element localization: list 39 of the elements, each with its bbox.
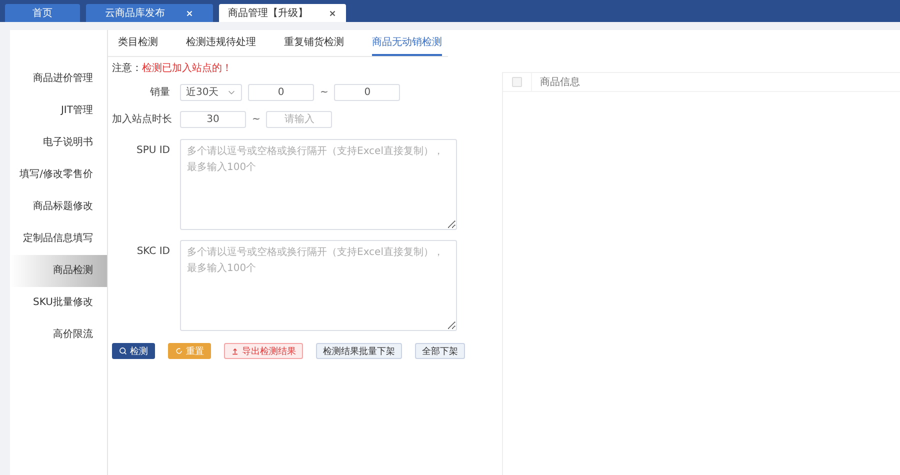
action-button[interactable]: 检测 — [112, 343, 155, 359]
upload-icon — [231, 347, 239, 355]
search-icon — [119, 347, 127, 355]
field-label: 加入站点时长 — [112, 112, 173, 126]
text-area[interactable]: 多个请以逗号或空格或换行隔开（支持Excel直接复制），最多输入100个 — [180, 139, 457, 230]
sidebar-item[interactable]: 商品进价管理 — [10, 63, 107, 95]
tilde-separator: ~ — [252, 114, 260, 124]
action-button[interactable]: 导出检测结果 — [224, 343, 303, 359]
field-label: SPU ID — [135, 144, 171, 156]
input-field[interactable]: 0 — [248, 84, 314, 100]
input-field[interactable]: 30 — [180, 110, 246, 128]
tilde-separator: ~ — [320, 86, 328, 98]
tab[interactable]: 类目检测 — [118, 34, 158, 56]
checkbox[interactable] — [512, 77, 522, 87]
sidebar-item[interactable]: 填写/修改零售价 — [10, 159, 107, 191]
period-dropdown[interactable]: 近30天 — [180, 84, 242, 100]
notice-text: 检测已加入站点的！ — [142, 63, 232, 74]
sidebar-item[interactable]: 电子说明书 — [10, 127, 107, 159]
tab[interactable]: 检测违规待处理 — [186, 34, 256, 56]
sidebar-item[interactable]: 高价限流 — [10, 319, 107, 351]
column-header: 商品信息 — [539, 76, 580, 89]
field-label: SKC ID — [136, 245, 171, 257]
tab[interactable]: 商品无动销检测 — [372, 34, 442, 56]
refresh-icon — [175, 347, 183, 355]
tab[interactable]: 重复铺货检测 — [284, 34, 344, 56]
input-field[interactable]: 请输入 — [266, 110, 332, 128]
sidebar-item[interactable]: 定制品信息填写 — [10, 223, 107, 255]
action-button[interactable]: 全部下架 — [415, 343, 465, 359]
sidebar-item[interactable]: 商品标题修改 — [10, 191, 107, 223]
tab[interactable]: 云商品库发布 — [86, 4, 213, 22]
tab[interactable]: 商品管理【升级】 — [219, 4, 346, 22]
sidebar-item[interactable]: JIT管理 — [10, 95, 107, 127]
notice-label: 注意： — [112, 63, 142, 74]
text-area[interactable]: 多个请以逗号或空格或换行隔开（支持Excel直接复制），最多输入100个 — [180, 240, 457, 331]
field-label: 销量 — [149, 86, 171, 99]
input-field[interactable]: 0 — [334, 84, 400, 100]
action-button[interactable]: 检测结果批量下架 — [316, 343, 402, 359]
tab[interactable]: 首页 — [5, 4, 80, 22]
sidebar-item[interactable]: SKU批量修改 — [10, 287, 107, 319]
